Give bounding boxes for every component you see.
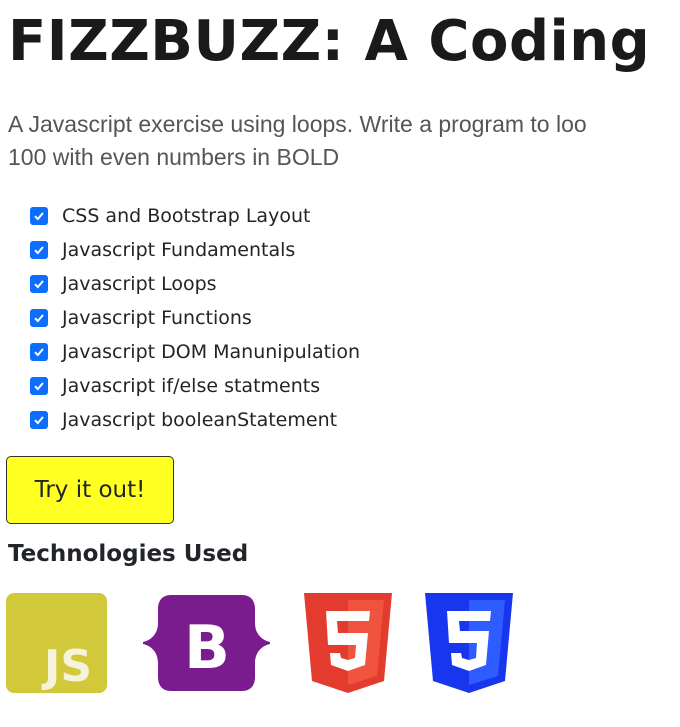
checklist-label: Javascript Fundamentals: [62, 239, 296, 261]
technology-checklist: CSS and Bootstrap Layout Javascript Fund…: [30, 199, 360, 437]
checkbox[interactable]: [30, 411, 48, 429]
bootstrap-logo-text: B: [184, 613, 230, 683]
checkbox[interactable]: [30, 309, 48, 327]
check-icon: [34, 416, 44, 425]
check-icon: [34, 212, 44, 221]
page-title: FIZZBUZZ: A Coding: [8, 9, 651, 74]
checkbox[interactable]: [30, 241, 48, 259]
bootstrap-logo-icon: B: [143, 593, 270, 693]
javascript-logo-icon: JS: [6, 593, 107, 693]
checkbox[interactable]: [30, 343, 48, 361]
check-icon: [34, 382, 44, 391]
intro-text: A Javascript exercise using loops. Write…: [8, 108, 680, 174]
checklist-item: Javascript DOM Manunipulation: [30, 335, 360, 369]
checkbox[interactable]: [30, 377, 48, 395]
javascript-logo-text: JS: [41, 641, 92, 692]
html5-logo-icon: [304, 593, 392, 693]
checklist-item: Javascript booleanStatement: [30, 403, 360, 437]
try-it-out-button[interactable]: Try it out!: [6, 456, 174, 524]
checklist-label: CSS and Bootstrap Layout: [62, 205, 311, 227]
technologies-heading: Technologies Used: [8, 541, 249, 567]
css3-logo-icon: [425, 593, 513, 693]
checklist-label: Javascript if/else statments: [62, 375, 321, 397]
checkbox[interactable]: [30, 207, 48, 225]
checklist-item: Javascript Loops: [30, 267, 360, 301]
checkbox[interactable]: [30, 275, 48, 293]
checklist-item: Javascript if/else statments: [30, 369, 360, 403]
checklist-item: Javascript Functions: [30, 301, 360, 335]
checklist-item: Javascript Fundamentals: [30, 233, 360, 267]
checklist-label: Javascript Functions: [62, 307, 252, 329]
intro-line-1: A Javascript exercise using loops. Write…: [8, 111, 587, 137]
check-icon: [34, 246, 44, 255]
checklist-label: Javascript Loops: [62, 273, 217, 295]
intro-line-2: 100 with even numbers in BOLD: [8, 144, 340, 170]
check-icon: [34, 348, 44, 357]
check-icon: [34, 314, 44, 323]
checklist-label: Javascript booleanStatement: [62, 409, 338, 431]
checklist-item: CSS and Bootstrap Layout: [30, 199, 360, 233]
checklist-label: Javascript DOM Manunipulation: [62, 341, 360, 363]
check-icon: [34, 280, 44, 289]
